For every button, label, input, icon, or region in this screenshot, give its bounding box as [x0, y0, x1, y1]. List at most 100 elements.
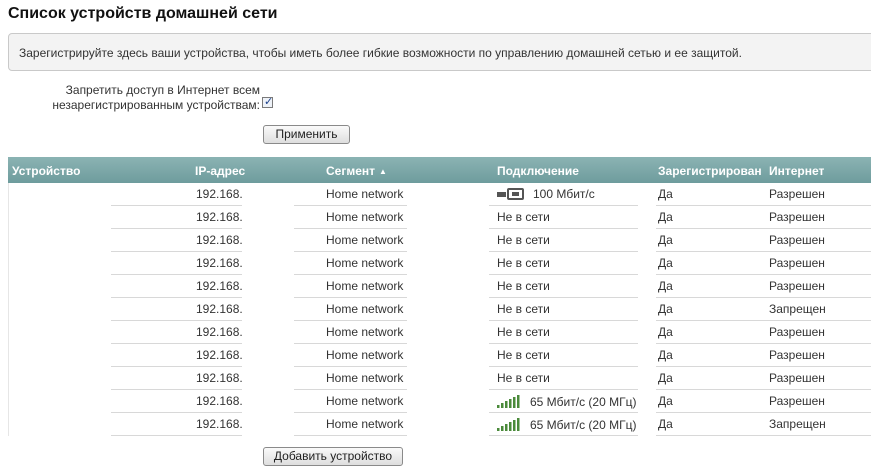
cell-connection-text: Не в сети: [497, 279, 550, 293]
cell-internet-text: Разрешен: [769, 187, 825, 201]
cell-ip: 192.168.: [196, 371, 243, 385]
cell-segment-text: Home network: [326, 348, 404, 362]
cell-connection: Не в сети: [497, 256, 550, 270]
table-row[interactable]: 192.168. Home network 100 Мбит/с Да Разрешен: [8, 183, 871, 206]
row-border: [8, 183, 9, 206]
cell-connection: Не в сети: [497, 348, 550, 362]
cell-connection-text: Не в сети: [497, 256, 550, 270]
cell-registered-text: Да: [658, 279, 673, 293]
cell-segment: Home network: [326, 371, 403, 385]
cell-internet: Разрешен: [769, 210, 825, 224]
row-divider: [294, 435, 407, 436]
cell-ip-text: 192.168.: [196, 233, 243, 247]
ethernet-icon: [497, 188, 525, 203]
row-border: [8, 252, 9, 275]
cell-ip-text: 192.168.: [196, 302, 243, 316]
cell-segment: Home network: [326, 325, 403, 339]
cell-segment-text: Home network: [326, 371, 404, 385]
cell-registered-text: Да: [658, 187, 673, 201]
column-registered[interactable]: Зарегистрирован: [658, 164, 762, 178]
cell-connection-text: Не в сети: [497, 371, 550, 385]
sort-ascending-icon: ▲: [379, 167, 387, 176]
cell-ip-text: 192.168.: [196, 187, 243, 201]
cell-registered: Да: [658, 348, 673, 362]
apply-button[interactable]: Применить: [263, 125, 350, 144]
table-row[interactable]: 192.168. Home network 65 Мбит/с (20 МГц) Да…: [8, 413, 871, 436]
cell-internet: Разрешен: [769, 187, 825, 201]
cell-internet: Разрешен: [769, 348, 825, 362]
cell-ip: 192.168.: [196, 256, 243, 270]
cell-ip-text: 192.168.: [196, 394, 243, 408]
cell-registered: Да: [658, 279, 673, 293]
cell-segment-text: Home network: [326, 417, 404, 431]
page-title: Список устройств домашней сети: [8, 5, 278, 22]
row-border: [8, 275, 9, 298]
cell-registered: Да: [658, 256, 673, 270]
cell-connection: Не в сети: [497, 210, 550, 224]
table-row[interactable]: 192.168. Home network Не в сети Да Разрешен: [8, 206, 871, 229]
table-row[interactable]: 192.168. Home network Не в сети Да Разрешен: [8, 275, 871, 298]
cell-segment-text: Home network: [326, 233, 404, 247]
cell-segment-text: Home network: [326, 279, 404, 293]
cell-ip-text: 192.168.: [196, 417, 243, 431]
column-segment[interactable]: Сегмент ▲: [326, 164, 387, 178]
row-border: [8, 390, 9, 413]
table-row[interactable]: 192.168. Home network Не в сети Да Разрешен: [8, 229, 871, 252]
cell-connection-text: Не в сети: [497, 348, 550, 362]
cell-registered: Да: [658, 325, 673, 339]
cell-segment: Home network: [326, 256, 403, 270]
devices-table-body: 192.168. Home network 100 Мбит/с Да Разрешен…: [8, 183, 871, 436]
info-text: Зарегистрируйте здесь ваши устройства, ч…: [19, 46, 742, 60]
row-divider: [111, 435, 242, 436]
cell-internet: Разрешен: [769, 233, 825, 247]
cell-segment: Home network: [326, 302, 403, 316]
row-border: [8, 367, 9, 390]
row-border: [8, 206, 9, 229]
cell-registered-text: Да: [658, 371, 673, 385]
table-row[interactable]: 192.168. Home network 65 Мбит/с (20 МГц) Да…: [8, 390, 871, 413]
table-row[interactable]: 192.168. Home network Не в сети Да Запрещен: [8, 298, 871, 321]
cell-registered-text: Да: [658, 325, 673, 339]
cell-connection-text: Не в сети: [497, 302, 550, 316]
cell-connection: Не в сети: [497, 302, 550, 316]
cell-ip: 192.168.: [196, 187, 243, 201]
column-ip[interactable]: IP-адрес: [195, 164, 245, 178]
cell-connection-text: 100 Мбит/с: [533, 187, 595, 201]
deny-label-line2: незарегистрированным устройствам:: [52, 98, 260, 112]
column-device[interactable]: Устройство: [12, 164, 80, 178]
deny-unregistered-checkbox[interactable]: ✓: [262, 95, 273, 108]
cell-segment-text: Home network: [326, 256, 404, 270]
cell-internet: Разрешен: [769, 256, 825, 270]
cell-connection-text: 65 Мбит/с (20 МГц): [530, 395, 637, 409]
cell-internet-text: Разрешен: [769, 371, 825, 385]
cell-internet: Разрешен: [769, 325, 825, 339]
table-row[interactable]: 192.168. Home network Не в сети Да Разрешен: [8, 344, 871, 367]
cell-connection: 100 Мбит/с: [497, 187, 595, 203]
cell-segment: Home network: [326, 210, 403, 224]
cell-internet-text: Разрешен: [769, 233, 825, 247]
cell-internet-text: Разрешен: [769, 279, 825, 293]
cell-segment: Home network: [326, 233, 403, 247]
cell-connection: Не в сети: [497, 279, 550, 293]
cell-internet-text: Разрешен: [769, 325, 825, 339]
cell-segment: Home network: [326, 348, 403, 362]
cell-segment-text: Home network: [326, 302, 404, 316]
cell-ip-text: 192.168.: [196, 256, 243, 270]
cell-connection: Не в сети: [497, 371, 550, 385]
cell-internet: Разрешен: [769, 371, 825, 385]
table-row[interactable]: 192.168. Home network Не в сети Да Разрешен: [8, 321, 871, 344]
cell-registered-text: Да: [658, 302, 673, 316]
cell-internet-text: Разрешен: [769, 210, 825, 224]
deny-label-line1: Запретить доступ в Интернет всем: [65, 83, 260, 97]
row-divider: [656, 435, 871, 436]
cell-registered-text: Да: [658, 417, 673, 431]
table-row[interactable]: 192.168. Home network Не в сети Да Разрешен: [8, 252, 871, 275]
row-border: [8, 298, 9, 321]
wifi-signal-icon: [497, 394, 522, 411]
table-row[interactable]: 192.168. Home network Не в сети Да Разрешен: [8, 367, 871, 390]
column-internet[interactable]: Интернет: [769, 164, 824, 178]
cell-connection-text: Не в сети: [497, 325, 550, 339]
cell-registered: Да: [658, 187, 673, 201]
column-connection[interactable]: Подключение: [497, 164, 579, 178]
cell-internet: Разрешен: [769, 394, 825, 408]
